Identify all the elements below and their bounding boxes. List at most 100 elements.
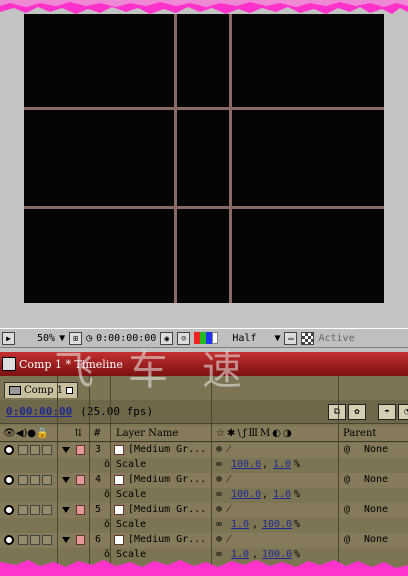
time-row: 0:00:00:00 (25.00 fps) ⧉ ✿ ☂ ◔: [0, 400, 408, 424]
region-of-interest-icon[interactable]: ▭: [284, 331, 298, 345]
link-icon[interactable]: ∞: [216, 519, 222, 530]
layer-type-icon: [114, 475, 124, 485]
property-label: Scale: [116, 489, 147, 500]
label-color-swatch[interactable]: [76, 445, 85, 455]
layer-name-column-header[interactable]: Layer Name: [116, 428, 178, 439]
solo-toggle[interactable]: [30, 475, 40, 485]
switch-icons[interactable]: ⊕ ⁄: [216, 474, 230, 485]
camera-snapshot-icon[interactable]: ◉: [160, 331, 174, 345]
transparency-grid-icon[interactable]: [301, 331, 315, 345]
scale-x-value[interactable]: 100.0: [231, 489, 261, 500]
scale-y-value[interactable]: 1.0: [273, 459, 291, 470]
timeline-window-title: Comp 1 * Timeline: [19, 357, 123, 371]
audio-toggle[interactable]: [18, 505, 28, 515]
unit-label: %: [294, 519, 301, 530]
expand-triangle-icon[interactable]: [62, 447, 70, 453]
comp-marker-icon[interactable]: ✿: [348, 404, 366, 420]
column-divider[interactable]: [57, 376, 58, 576]
parent-select[interactable]: None: [364, 504, 388, 515]
eye-icon[interactable]: [4, 505, 14, 515]
layer-name[interactable]: [Medium Gr...: [128, 534, 206, 545]
zoom-dropdown-icon[interactable]: ▼: [59, 333, 65, 344]
scale-y-value[interactable]: 100.0: [262, 519, 292, 530]
parent-select[interactable]: None: [364, 474, 388, 485]
parent-select[interactable]: None: [364, 444, 388, 455]
snapshot-clock-icon[interactable]: ◷: [86, 333, 92, 344]
composition-canvas[interactable]: [24, 14, 384, 303]
frame-blending-icon[interactable]: ◔: [398, 404, 408, 420]
layer-row[interactable]: 3 [Medium Gr... ⊕ ⁄ @ None: [0, 443, 408, 458]
column-divider[interactable]: [338, 376, 339, 576]
comp-flowchart-icon[interactable]: ⧉: [328, 404, 346, 420]
camera-view-select[interactable]: Active: [318, 333, 354, 344]
audio-toggle[interactable]: [18, 475, 28, 485]
current-time-display[interactable]: 0:00:00:00: [6, 405, 72, 418]
solo-toggle[interactable]: [30, 535, 40, 545]
safe-zones-icon[interactable]: ⊞: [69, 331, 83, 345]
eye-icon[interactable]: [4, 535, 14, 545]
parent-spiral-icon[interactable]: @: [344, 504, 350, 515]
link-icon[interactable]: ∞: [216, 489, 222, 500]
gridline-v1: [174, 14, 177, 303]
lock-toggle[interactable]: [42, 445, 52, 455]
switch-icons[interactable]: ⊕ ⁄: [216, 534, 230, 545]
layer-row[interactable]: 5 [Medium Gr... ⊕ ⁄ @ None: [0, 503, 408, 518]
lock-toggle[interactable]: [42, 535, 52, 545]
parent-spiral-icon[interactable]: @: [344, 474, 350, 485]
property-label: Scale: [116, 519, 147, 530]
tab-comp-1[interactable]: Comp 1: [4, 382, 79, 398]
scale-x-value[interactable]: 100.0: [231, 459, 261, 470]
show-snapshot-icon[interactable]: ☺: [177, 331, 191, 345]
label-color-swatch[interactable]: [76, 475, 85, 485]
layer-row[interactable]: 4 [Medium Gr... ⊕ ⁄ @ None: [0, 473, 408, 488]
parent-select[interactable]: None: [364, 534, 388, 545]
number-column-header[interactable]: #: [93, 428, 101, 439]
lock-toggle[interactable]: [42, 505, 52, 515]
switch-icons[interactable]: ⊕ ⁄: [216, 504, 230, 515]
timeline-title-bar[interactable]: Comp 1 * Timeline: [0, 352, 408, 376]
layer-name[interactable]: [Medium Gr...: [128, 444, 206, 455]
viewer-timecode[interactable]: 0:00:00:00: [96, 333, 156, 344]
solo-toggle[interactable]: [30, 445, 40, 455]
gridline-h1: [24, 107, 384, 110]
av-features-header-icon[interactable]: 👁◀)●🔒: [3, 428, 48, 439]
solo-toggle[interactable]: [30, 505, 40, 515]
gridline-h2: [24, 206, 384, 209]
switch-icons[interactable]: ⊕ ⁄: [216, 444, 230, 455]
scale-x-value[interactable]: 1.0: [231, 519, 249, 530]
always-preview-icon[interactable]: ▶: [2, 331, 15, 345]
layer-row[interactable]: 6 [Medium Gr... ⊕ ⁄ @ None: [0, 533, 408, 548]
resolution-select[interactable]: Half: [232, 333, 256, 344]
eye-icon[interactable]: [4, 475, 14, 485]
channel-swatches[interactable]: [194, 332, 219, 344]
layer-name[interactable]: [Medium Gr...: [128, 504, 206, 515]
parent-spiral-icon[interactable]: @: [344, 534, 350, 545]
link-icon[interactable]: ∞: [216, 459, 222, 470]
column-divider[interactable]: [211, 376, 212, 576]
audio-toggle[interactable]: [18, 535, 28, 545]
parent-spiral-icon[interactable]: @: [344, 444, 350, 455]
tab-close-icon[interactable]: [66, 387, 74, 394]
after-effects-window: { "viewer": { "zoom": "50%", "timecode":…: [0, 0, 408, 576]
zoom-select[interactable]: 50%: [37, 333, 55, 344]
unit-label: %: [294, 489, 301, 500]
column-divider[interactable]: [89, 376, 90, 576]
eye-icon[interactable]: [4, 445, 14, 455]
alpha-channel-icon[interactable]: [212, 332, 219, 344]
lock-toggle[interactable]: [42, 475, 52, 485]
timeline-panel: Comp 1 0:00:00:00 (25.00 fps) ⧉ ✿ ☂ ◔ 👁◀…: [0, 376, 408, 576]
expand-triangle-icon[interactable]: [62, 477, 70, 483]
layer-name[interactable]: [Medium Gr...: [128, 474, 206, 485]
scale-y-value[interactable]: 1.0: [273, 489, 291, 500]
audio-toggle[interactable]: [18, 445, 28, 455]
label-color-swatch[interactable]: [76, 535, 85, 545]
label-color-swatch[interactable]: [76, 505, 85, 515]
parent-column-header[interactable]: Parent: [343, 428, 376, 439]
column-divider[interactable]: [110, 376, 111, 576]
expand-triangle-icon[interactable]: [62, 507, 70, 513]
switches-column-header[interactable]: ☆✱\ƒⅢM◐◑: [216, 428, 294, 439]
resolution-dropdown-icon[interactable]: ▼: [274, 333, 280, 344]
draft-3d-icon[interactable]: ☂: [378, 404, 396, 420]
expand-triangle-icon[interactable]: [62, 537, 70, 543]
shy-switch-header-icon[interactable]: ⇅: [74, 428, 82, 439]
